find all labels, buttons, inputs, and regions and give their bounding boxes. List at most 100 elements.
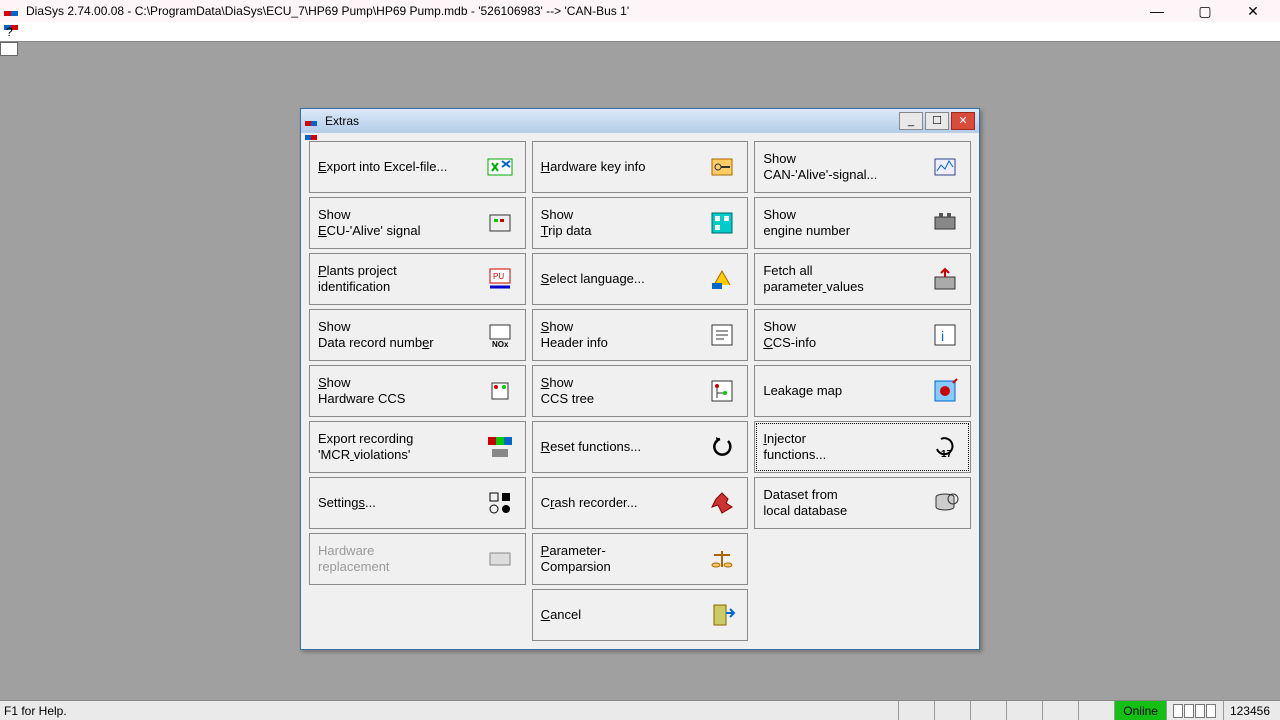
button-label: Settings... [318,495,477,511]
extras-show-ccs-tree-button[interactable]: ShowCCS tree [532,365,749,417]
extras-show-ccs-info-button[interactable]: ShowCCS-info i [754,309,971,361]
dataset-icon [928,486,962,520]
extras-show-data-record-number-button[interactable]: ShowData record number NOx [309,309,526,361]
extras-cancel-button[interactable]: Cancel [532,589,749,641]
ecu-icon [483,206,517,240]
button-label: Cancel [541,607,700,623]
button-label: Reset functions... [541,439,700,455]
svg-text:PU: PU [493,272,504,281]
menu-help[interactable]: ? [6,25,13,39]
extras-show-engine-number-button[interactable]: Showengine number [754,197,971,249]
button-label: Plants projectidentification [318,263,477,296]
main-titlebar: DiaSys 2.74.00.08 - C:\ProgramData\DiaSy… [0,0,1280,22]
button-label: Export recording'MCR violations' [318,431,477,464]
dialog-minimize-button[interactable]: _ [899,112,923,130]
engine-icon [928,206,962,240]
hwrep-icon [483,542,517,576]
crash-icon [705,486,739,520]
extras-parameter-comparsion-button[interactable]: Parameter-Comparsion [532,533,749,585]
app-logo-icon [4,5,20,17]
svg-text:i: i [941,328,944,344]
button-label: Crash recorder... [541,495,700,511]
button-label: ShowCCS-info [763,319,922,352]
extras-show-trip-data-button[interactable]: ShowTrip data [532,197,749,249]
status-flags [1166,701,1223,720]
lang-icon [705,262,739,296]
mdi-doc-stub[interactable] [0,42,18,56]
fetch-icon [928,262,962,296]
extras-hardware-replacement-button: Hardwarereplacement [309,533,526,585]
button-label: ShowData record number [318,319,477,352]
extras-plants-project-identification-button[interactable]: Plants projectidentification PU [309,253,526,305]
button-label: Dataset fromlocal database [763,487,922,520]
status-cell [1042,701,1078,720]
extras-injector-functions-button[interactable]: Injectorfunctions... 17 [754,421,971,473]
menubar[interactable]: ? [0,22,1280,42]
button-label: ShowHardware CCS [318,375,477,408]
svg-text:17: 17 [941,449,953,460]
button-label: Hardwarereplacement [318,543,477,576]
extras-dataset-from-local-database-button[interactable]: Dataset fromlocal database [754,477,971,529]
extras-export-recording-mcr-violations-button[interactable]: Export recording'MCR violations' [309,421,526,473]
reset-icon [705,430,739,464]
extras-hardware-key-info-button[interactable]: Hardware key info [532,141,749,193]
button-label: Parameter-Comparsion [541,543,700,576]
excel-icon [483,150,517,184]
extras-leakage-map-button[interactable]: Leakage map [754,365,971,417]
button-label: ShowECU-'Alive' signal [318,207,477,240]
button-label: ShowTrip data [541,207,700,240]
status-cell [970,701,1006,720]
extras-fetch-all-parameter-values-button[interactable]: Fetch allparameter values [754,253,971,305]
extras-settings-button[interactable]: Settings... [309,477,526,529]
cancel-icon [705,598,739,632]
extras-select-language-button[interactable]: Select language... [532,253,749,305]
hwccs-icon [483,374,517,408]
extras-show-header-info-button[interactable]: ShowHeader info [532,309,749,361]
extras-show-can-alive-signal-button[interactable]: ShowCAN-'Alive'-signal... [754,141,971,193]
injector-icon: 17 [928,430,962,464]
settings-icon [483,486,517,520]
button-label: ShowHeader info [541,319,700,352]
dialog-close-button[interactable]: ✕ [951,112,975,130]
dialog-title: Extras [325,114,899,128]
status-counter: 123456 [1223,701,1276,720]
extras-show-ecu-alive-signal-button[interactable]: ShowECU-'Alive' signal [309,197,526,249]
dialog-logo-icon [305,115,319,127]
status-cell [898,701,934,720]
mcr-icon [483,430,517,464]
key-icon [705,150,739,184]
button-label: Fetch allparameter values [763,263,922,296]
extras-export-into-excel-file-button[interactable]: Export into Excel-file... [309,141,526,193]
button-label: Hardware key info [541,159,700,175]
button-label: Showengine number [763,207,922,240]
workspace: Extras _ ☐ ✕ Export into Excel-file... Sh… [0,42,1280,700]
dialog-maximize-button[interactable]: ☐ [925,112,949,130]
minimize-button[interactable]: — [1142,3,1172,20]
maximize-button[interactable]: ▢ [1190,3,1220,20]
button-label: Select language... [541,271,700,287]
can-icon [928,150,962,184]
header-icon [705,318,739,352]
status-cell [934,701,970,720]
extras-dialog: Extras _ ☐ ✕ Export into Excel-file... Sh… [300,108,980,650]
extras-reset-functions-button[interactable]: Reset functions... [532,421,749,473]
button-label: Injectorfunctions... [763,431,922,464]
statusbar: F1 for Help. Online 123456 [0,700,1280,720]
extras-show-hardware-ccs-button[interactable]: ShowHardware CCS [309,365,526,417]
button-label: Leakage map [763,383,922,399]
status-cell [1078,701,1114,720]
button-label: ShowCAN-'Alive'-signal... [763,151,922,184]
extras-crash-recorder-button[interactable]: Crash recorder... [532,477,749,529]
trip-icon [705,206,739,240]
button-label: Export into Excel-file... [318,159,477,175]
leak-icon [928,374,962,408]
button-label: ShowCCS tree [541,375,700,408]
svg-text:NOx: NOx [492,340,509,349]
close-button[interactable]: ✕ [1238,3,1268,20]
plant-icon: PU [483,262,517,296]
status-help: F1 for Help. [4,704,898,718]
ccsinfo-icon: i [928,318,962,352]
status-cell [1006,701,1042,720]
nox-icon: NOx [483,318,517,352]
window-title: DiaSys 2.74.00.08 - C:\ProgramData\DiaSy… [26,4,1142,18]
